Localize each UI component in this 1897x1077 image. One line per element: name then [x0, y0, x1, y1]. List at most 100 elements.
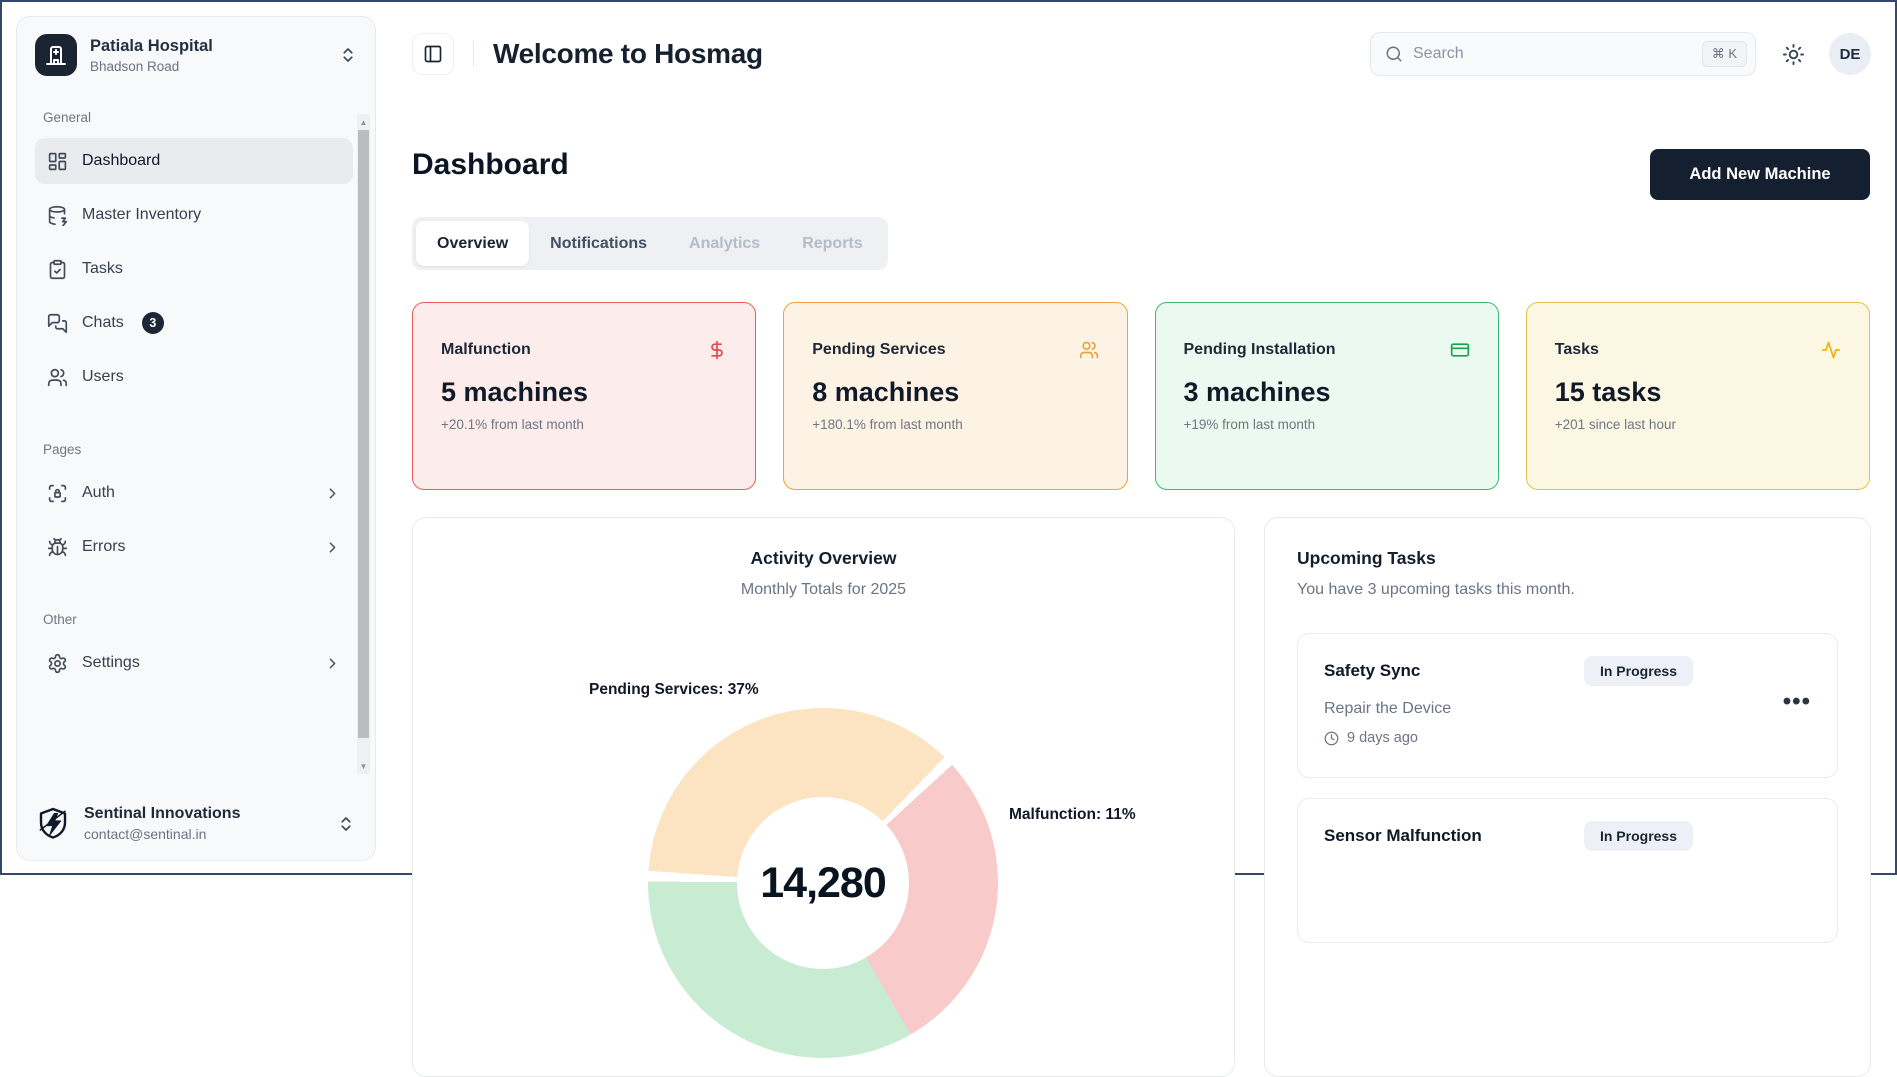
messages-icon [47, 313, 68, 334]
section-label-pages: Pages [43, 442, 345, 457]
activity-overview-card: Activity Overview Monthly Totals for 202… [412, 517, 1235, 1077]
org-location: Bhadson Road [90, 59, 213, 74]
sidebar-item-errors[interactable]: Errors [35, 524, 353, 570]
stat-title: Tasks [1555, 341, 1599, 359]
stat-card-malfunction: Malfunction 5 machines +20.1% from last … [412, 302, 756, 490]
tasks-panel-subtitle: You have 3 upcoming tasks this month. [1297, 581, 1838, 599]
section-label-other: Other [43, 612, 345, 627]
org-name: Patiala Hospital [90, 37, 213, 56]
users-icon [47, 367, 68, 388]
tab-notifications[interactable]: Notifications [529, 221, 668, 266]
database-zap-icon [47, 205, 68, 226]
task-title: Sensor Malfunction [1324, 826, 1482, 846]
stat-value: 5 machines [441, 377, 727, 408]
tab-overview[interactable]: Overview [416, 221, 529, 266]
org-switcher[interactable]: Patiala Hospital Bhadson Road [17, 17, 375, 88]
page-title: Dashboard [412, 148, 569, 182]
chevron-right-icon [324, 485, 341, 502]
credit-card-icon [1450, 340, 1470, 360]
bug-icon [47, 537, 68, 558]
sidebar-item-chats[interactable]: Chats 3 [35, 300, 353, 346]
activity-icon [1821, 340, 1841, 360]
clipboard-check-icon [47, 259, 68, 280]
tab-reports: Reports [781, 221, 883, 266]
stat-card-tasks: Tasks 15 tasks +201 since last hour [1526, 302, 1870, 490]
upcoming-tasks-card: Upcoming Tasks You have 3 upcoming tasks… [1264, 517, 1871, 1077]
task-time: 9 days ago [1347, 730, 1418, 746]
chevrons-up-down-icon [337, 815, 355, 833]
stat-title: Pending Services [812, 341, 945, 359]
sidebar-item-label: Tasks [82, 260, 123, 278]
stat-card-pending-installation: Pending Installation 3 machines +19% fro… [1155, 302, 1499, 490]
stat-title: Pending Installation [1184, 341, 1336, 359]
sidebar-item-label: Users [82, 368, 124, 386]
scrollbar-down-arrow[interactable]: ▼ [357, 758, 370, 774]
shield-bolt-logo-icon [35, 806, 71, 842]
stat-value: 15 tasks [1555, 377, 1841, 408]
search-icon [1385, 45, 1403, 63]
sidebar-item-label: Chats [82, 314, 124, 332]
sidebar-item-tasks[interactable]: Tasks [35, 246, 353, 292]
search-box[interactable]: ⌘ K [1370, 32, 1756, 76]
stat-cards: Malfunction 5 machines +20.1% from last … [412, 302, 1870, 490]
stat-card-pending-services: Pending Services 8 machines +180.1% from… [783, 302, 1127, 490]
sidebar-scrollbar[interactable]: ▲ ▼ [357, 114, 370, 774]
layout-dashboard-icon [47, 151, 68, 172]
donut-ring: 14,280 [648, 708, 998, 1058]
sidebar-item-auth[interactable]: Auth [35, 470, 353, 516]
scrollbar-thumb[interactable] [358, 130, 369, 738]
sidebar-item-users[interactable]: Users [35, 354, 353, 400]
status-badge: In Progress [1584, 821, 1693, 851]
chevron-right-icon [324, 539, 341, 556]
bottom-panels: Activity Overview Monthly Totals for 202… [412, 517, 1871, 1077]
sidebar: Patiala Hospital Bhadson Road General Da… [16, 16, 376, 861]
stat-delta: +180.1% from last month [812, 417, 1098, 432]
chevron-right-icon [324, 655, 341, 672]
hospital-icon [44, 43, 68, 67]
sidebar-item-dashboard[interactable]: Dashboard [35, 138, 353, 184]
tab-analytics: Analytics [668, 221, 781, 266]
users-icon [1079, 340, 1099, 360]
topbar: Welcome to Hosmag ⌘ K DE [412, 32, 1871, 76]
sidebar-item-label: Auth [82, 484, 115, 502]
vendor-name: Sentinal Innovations [84, 805, 240, 823]
section-label-general: General [43, 110, 345, 125]
search-input[interactable] [1413, 45, 1692, 63]
auth-lock-icon [47, 483, 68, 504]
stat-value: 3 machines [1184, 377, 1470, 408]
add-new-machine-button[interactable]: Add New Machine [1650, 149, 1870, 200]
panel-left-icon [423, 44, 443, 64]
sidebar-item-label: Dashboard [82, 152, 160, 170]
chats-unread-badge: 3 [142, 312, 164, 334]
stat-value: 8 machines [812, 377, 1098, 408]
sidebar-item-settings[interactable]: Settings [35, 640, 353, 686]
gear-icon [47, 653, 68, 674]
sidebar-item-label: Master Inventory [82, 206, 201, 224]
stat-delta: +19% from last month [1184, 417, 1470, 432]
task-item-sensor-malfunction: Sensor Malfunction In Progress [1297, 798, 1838, 943]
app-title: Welcome to Hosmag [493, 38, 763, 70]
sun-icon [1782, 43, 1805, 66]
stat-title: Malfunction [441, 341, 531, 359]
theme-toggle-button[interactable] [1782, 43, 1805, 66]
task-list: Safety Sync In Progress Repair the Devic… [1297, 633, 1838, 943]
stat-delta: +201 since last hour [1555, 417, 1841, 432]
scrollbar-up-arrow[interactable]: ▲ [357, 114, 370, 130]
app-root: { "sidebar": { "org": { "name": "Patiala… [0, 0, 1897, 875]
donut-center-total: 14,280 [760, 859, 886, 908]
donut-chart: Pending Services: 37% Malfunction: 11% 1… [413, 518, 1234, 1076]
task-title: Safety Sync [1324, 661, 1420, 681]
sidebar-item-label: Settings [82, 654, 140, 672]
vendor-email: contact@sentinal.in [84, 826, 240, 842]
user-avatar[interactable]: DE [1829, 33, 1871, 75]
sidebar-item-master-inventory[interactable]: Master Inventory [35, 192, 353, 238]
task-description: Repair the Device [1324, 700, 1811, 718]
task-actions-ellipsis-button[interactable]: ••• [1783, 690, 1811, 714]
search-shortcut-kbd: ⌘ K [1702, 41, 1747, 67]
task-item-safety-sync: Safety Sync In Progress Repair the Devic… [1297, 633, 1838, 778]
vendor-switcher[interactable]: Sentinal Innovations contact@sentinal.in [17, 789, 375, 860]
tasks-panel-title: Upcoming Tasks [1297, 548, 1838, 569]
dollar-sign-icon [707, 340, 727, 360]
sidebar-item-label: Errors [82, 538, 126, 556]
sidebar-toggle-button[interactable] [412, 33, 454, 75]
